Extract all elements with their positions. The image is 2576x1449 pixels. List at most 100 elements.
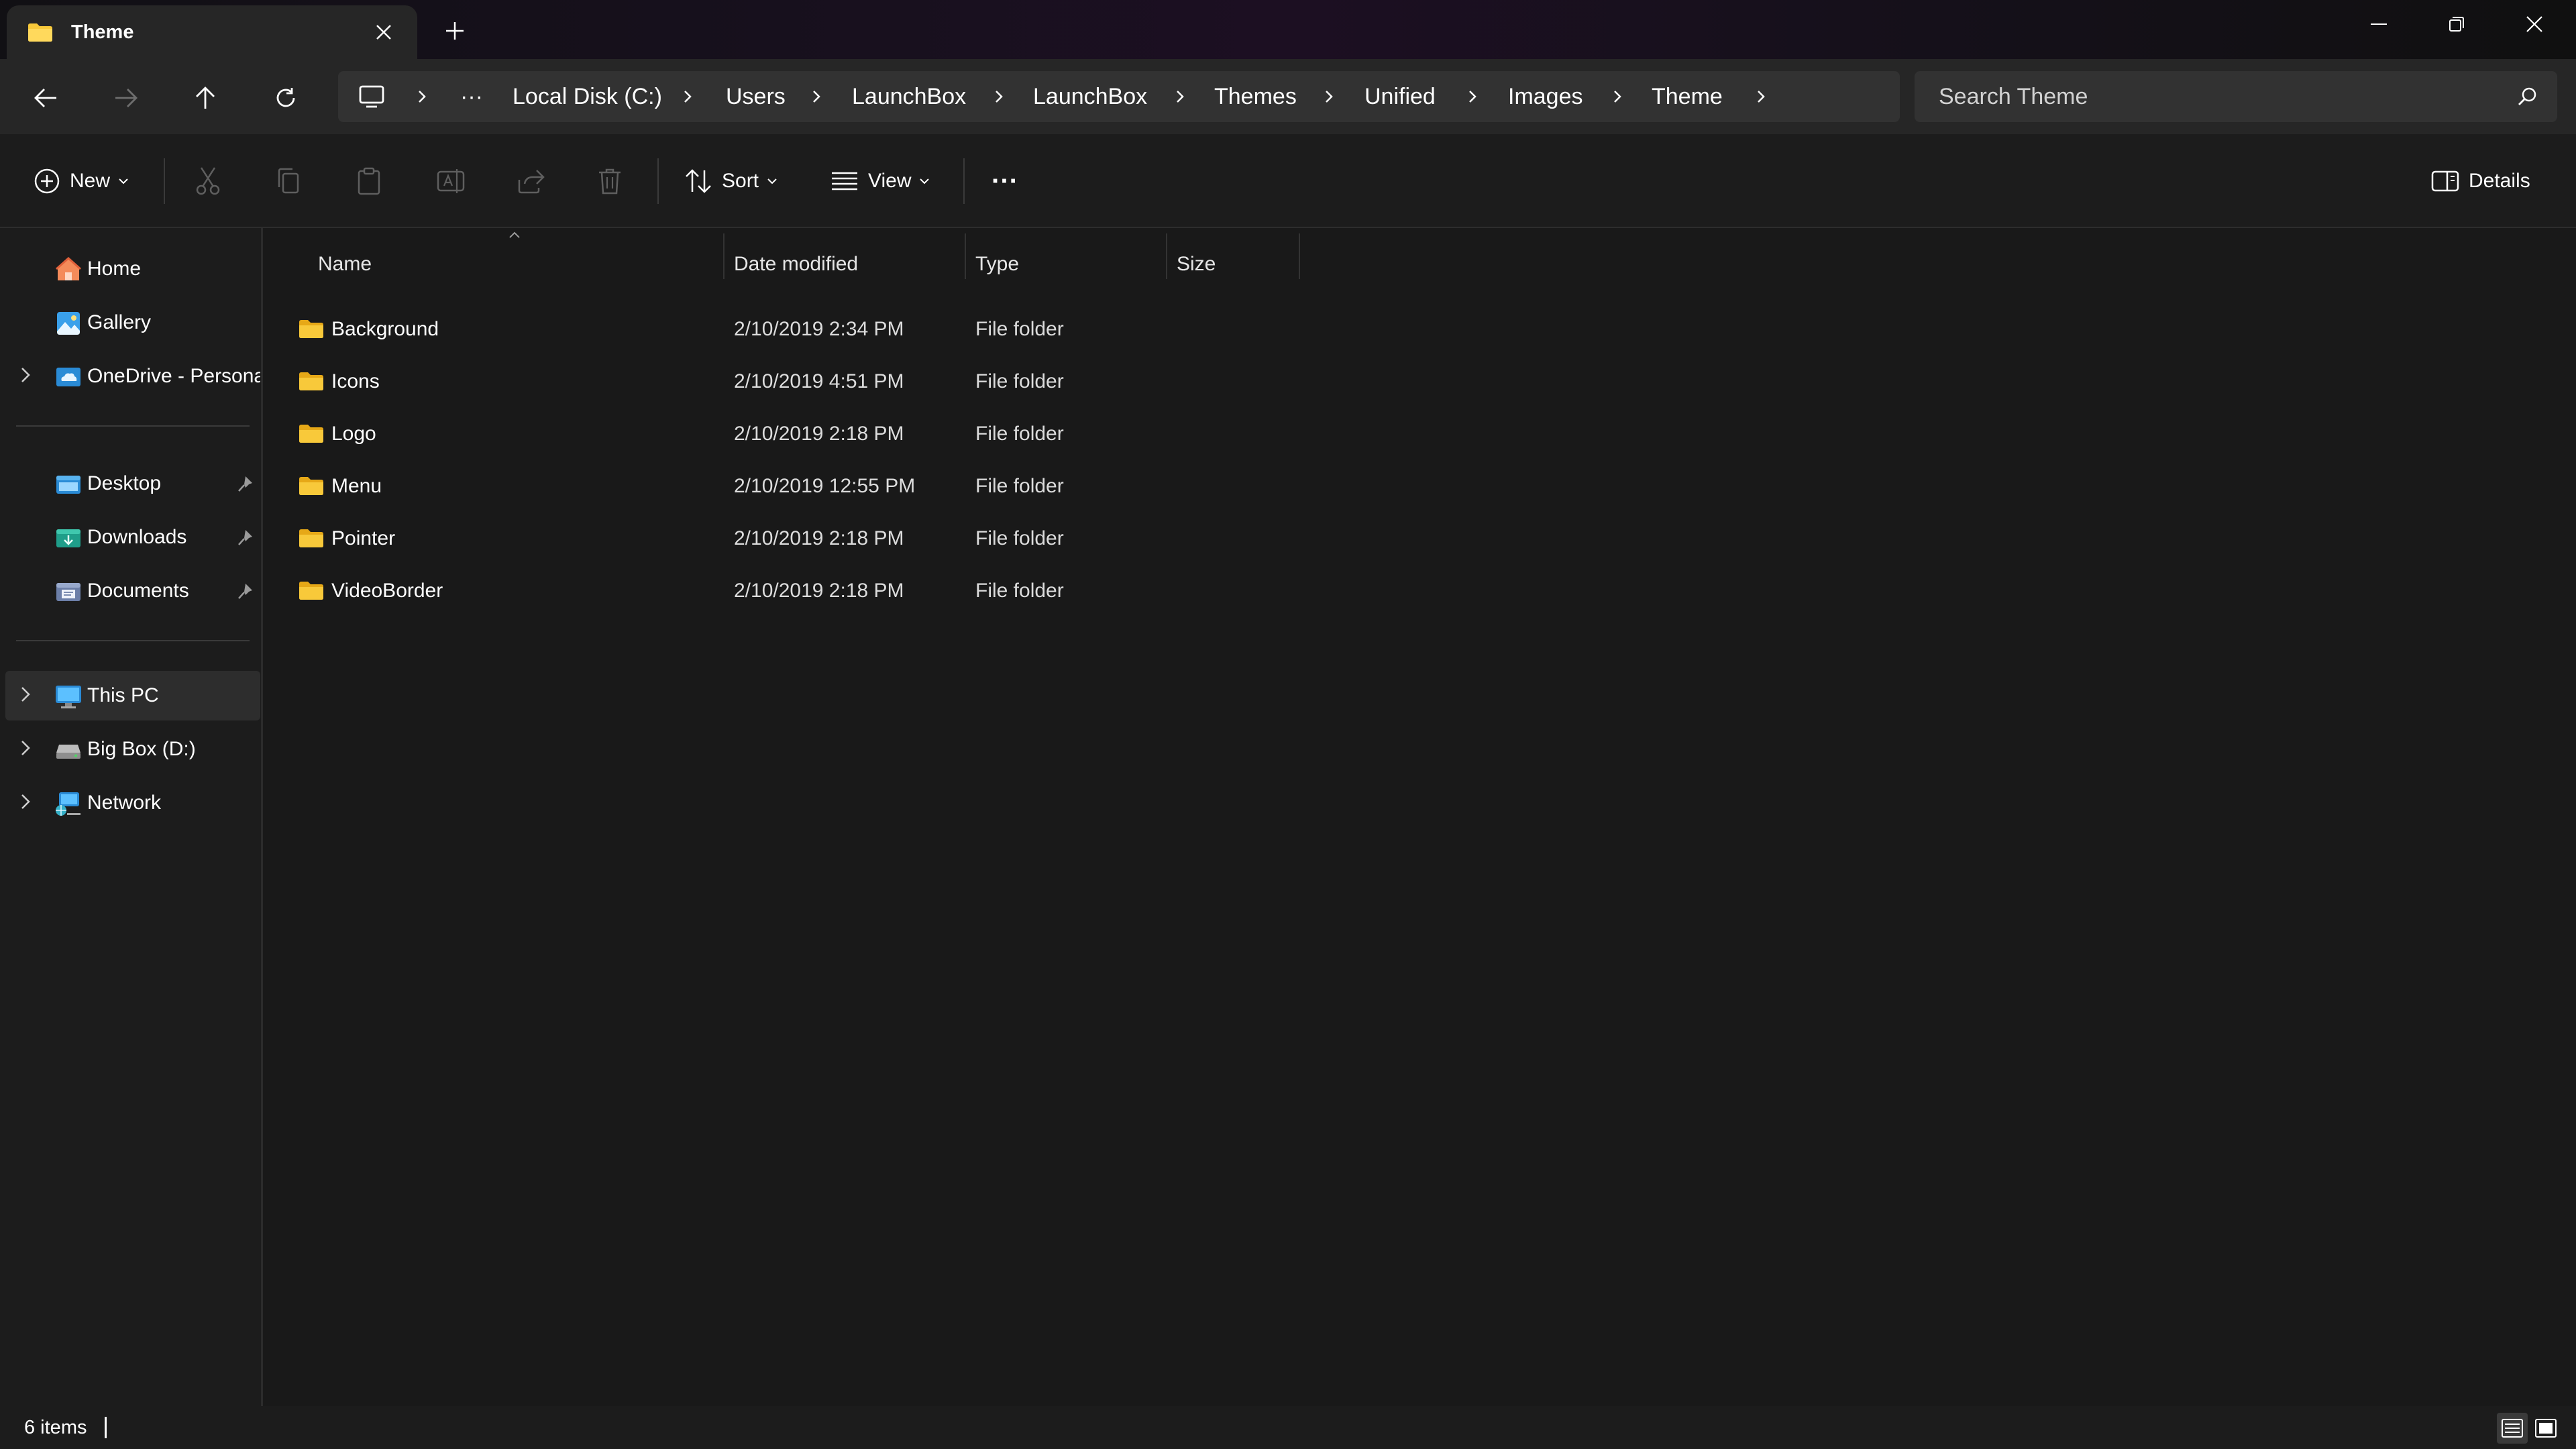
breadcrumb-theme[interactable]: Theme	[1652, 71, 1723, 122]
chevron-right-icon[interactable]	[1613, 71, 1622, 122]
table-row[interactable]: Background 2/10/2019 2:34 PM File folder	[287, 303, 1575, 356]
more-options-button[interactable]: ···	[991, 160, 1018, 203]
chevron-right-icon[interactable]	[20, 739, 31, 757]
table-row[interactable]: Menu 2/10/2019 12:55 PM File folder	[287, 460, 1575, 513]
search-box[interactable]: Search Theme	[1915, 71, 2557, 122]
chevron-right-icon[interactable]	[812, 71, 821, 122]
file-name: VideoBorder	[331, 580, 443, 602]
sort-button[interactable]: Sort	[684, 160, 777, 203]
file-date-modified: 2/10/2019 12:55 PM	[734, 475, 916, 497]
tab-title: Theme	[71, 21, 134, 43]
sidebar-item-onedrive[interactable]: OneDrive - Personal	[5, 352, 260, 401]
sort-icon	[684, 168, 712, 195]
column-divider[interactable]	[723, 233, 724, 279]
copy-button[interactable]	[275, 160, 302, 203]
file-type: File folder	[975, 370, 1064, 392]
sidebar-item-desktop[interactable]: Desktop	[5, 459, 260, 508]
view-button[interactable]: View	[830, 160, 930, 203]
address-bar[interactable]: ··· Local Disk (C:) Users LaunchBox Laun…	[338, 71, 1900, 122]
pin-icon[interactable]	[237, 529, 254, 546]
folder-icon	[298, 423, 325, 444]
file-name: Pointer	[331, 527, 396, 549]
refresh-button[interactable]	[264, 76, 307, 119]
large-icons-view-toggle[interactable]	[2530, 1413, 2561, 1444]
table-row[interactable]: Logo 2/10/2019 2:18 PM File folder	[287, 408, 1575, 460]
search-input[interactable]: Search Theme	[1939, 71, 2088, 122]
close-window-icon[interactable]	[2496, 0, 2573, 48]
rename-button[interactable]	[436, 160, 466, 203]
breadcrumb-launchbox-1[interactable]: LaunchBox	[852, 71, 966, 122]
sidebar-item-home[interactable]: Home	[5, 244, 260, 294]
up-button[interactable]	[184, 76, 227, 119]
chevron-down-icon	[919, 178, 930, 184]
file-date-modified: 2/10/2019 2:34 PM	[734, 318, 904, 340]
restore-icon[interactable]	[2418, 0, 2496, 48]
share-icon	[517, 168, 545, 195]
chevron-right-icon[interactable]	[20, 366, 31, 384]
share-button[interactable]	[517, 160, 545, 203]
sidebar-item-label: Home	[87, 258, 142, 280]
breadcrumb-unified[interactable]: Unified	[1364, 71, 1436, 122]
close-tab-icon[interactable]	[369, 17, 398, 47]
column-header-type[interactable]: Type	[975, 239, 1019, 290]
sidebar-item-downloads[interactable]: Downloads	[5, 513, 260, 562]
status-divider	[105, 1417, 107, 1438]
back-button[interactable]	[24, 76, 67, 119]
folder-icon	[298, 370, 325, 392]
breadcrumb-local-disk[interactable]: Local Disk (C:)	[513, 71, 662, 122]
column-header-name[interactable]: Name	[318, 239, 372, 290]
chevron-right-icon[interactable]	[1468, 71, 1477, 122]
table-row[interactable]: VideoBorder 2/10/2019 2:18 PM File folde…	[287, 565, 1575, 617]
navigation-pane: Home Gallery OneDrive - Personal Desktop…	[0, 228, 263, 1406]
new-tab-button[interactable]	[437, 15, 472, 47]
sidebar-item-documents[interactable]: Documents	[5, 566, 260, 616]
chevron-right-icon[interactable]	[994, 71, 1004, 122]
breadcrumb-launchbox-2[interactable]: LaunchBox	[1033, 71, 1147, 122]
chevron-right-icon[interactable]	[417, 71, 427, 122]
breadcrumb-users[interactable]: Users	[726, 71, 786, 122]
chevron-right-icon[interactable]	[1175, 71, 1185, 122]
chevron-right-icon[interactable]	[1324, 71, 1334, 122]
file-date-modified: 2/10/2019 2:18 PM	[734, 580, 904, 602]
new-button[interactable]: New	[34, 160, 129, 203]
sidebar-item-network[interactable]: Network	[5, 778, 260, 828]
sidebar-item-this-pc[interactable]: This PC	[5, 671, 260, 720]
breadcrumb-images[interactable]: Images	[1508, 71, 1583, 122]
cut-button[interactable]	[195, 160, 221, 203]
chevron-right-icon[interactable]	[20, 793, 31, 810]
breadcrumb-more-button[interactable]: ···	[460, 71, 483, 122]
file-name: Menu	[331, 475, 382, 497]
paste-button[interactable]	[356, 160, 382, 203]
sidebar-item-gallery[interactable]: Gallery	[5, 298, 260, 347]
new-button-label: New	[70, 170, 111, 192]
breadcrumb-themes[interactable]: Themes	[1214, 71, 1297, 122]
delete-button[interactable]	[597, 160, 623, 203]
drive-icon	[54, 735, 83, 765]
column-header-size[interactable]: Size	[1177, 239, 1216, 290]
pin-icon[interactable]	[237, 475, 254, 492]
chevron-right-icon[interactable]	[1756, 71, 1766, 122]
desktop-folder-icon	[54, 470, 83, 499]
details-view-toggle[interactable]	[2497, 1413, 2528, 1444]
minimize-icon[interactable]	[2340, 0, 2418, 48]
computer-monitor-icon[interactable]	[358, 85, 385, 109]
pin-icon[interactable]	[237, 582, 254, 600]
sidebar-item-big-box-drive[interactable]: Big Box (D:)	[5, 724, 260, 774]
table-row[interactable]: Icons 2/10/2019 4:51 PM File folder	[287, 356, 1575, 408]
file-type: File folder	[975, 318, 1064, 340]
folder-icon	[298, 580, 325, 601]
column-header-date-modified[interactable]: Date modified	[734, 239, 858, 290]
details-pane-button[interactable]: Details	[2431, 160, 2530, 203]
file-list: Name Date modified Type Size Background …	[263, 228, 2576, 1406]
forward-button[interactable]	[105, 76, 148, 119]
chevron-right-icon[interactable]	[683, 71, 692, 122]
table-row[interactable]: Pointer 2/10/2019 2:18 PM File folder	[287, 513, 1575, 565]
column-divider[interactable]	[965, 233, 966, 279]
tab-theme[interactable]: Theme	[7, 5, 417, 59]
chevron-right-icon[interactable]	[20, 686, 31, 703]
search-icon[interactable]	[2517, 86, 2538, 107]
column-divider[interactable]	[1299, 233, 1300, 279]
plus-circle-icon	[34, 168, 60, 195]
command-divider	[963, 158, 965, 204]
column-divider[interactable]	[1166, 233, 1167, 279]
